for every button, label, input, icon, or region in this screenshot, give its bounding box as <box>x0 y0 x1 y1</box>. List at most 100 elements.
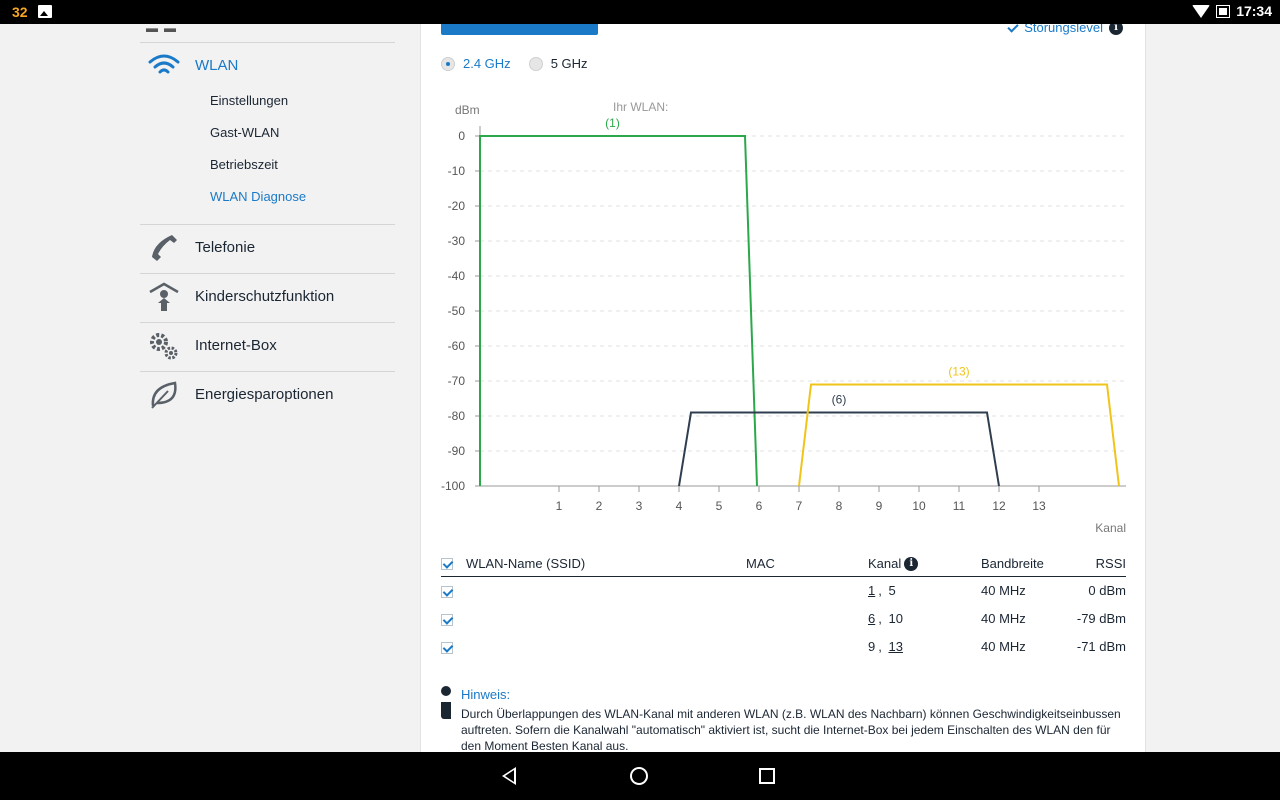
battery-icon <box>1216 4 1231 18</box>
row-bandwidth: 40 MHz <box>981 611 1026 626</box>
column-header-ssid: WLAN-Name (SSID) <box>466 556 586 571</box>
y-tick-label: -40 <box>448 269 466 283</box>
x-tick-label: 13 <box>1032 499 1046 513</box>
column-header-mac: MAC <box>746 556 775 571</box>
sidebar-item-telefonie[interactable]: Telefonie <box>140 224 395 272</box>
secondary-channel: 5 <box>888 583 896 598</box>
main-panel: Störungslevel i 2.4 GHz 5 GHz 0 -10 -20 -30… <box>420 24 1146 752</box>
notification-count: 32 <box>12 4 28 20</box>
y-tick-label: -50 <box>448 304 466 318</box>
sidebar-subitem-wlan-diagnose[interactable]: WLAN Diagnose <box>210 189 306 204</box>
series-label: (13) <box>948 365 969 379</box>
y-tick-label: -60 <box>448 339 466 353</box>
row-channel: 6, 10 <box>868 611 903 626</box>
sidebar-item-internet-box[interactable]: Internet-Box <box>140 322 395 370</box>
wifi-signal-icon <box>1192 4 1211 18</box>
primary-channel: 13 <box>888 639 903 654</box>
home-button[interactable] <box>630 767 648 785</box>
radio-button[interactable] <box>441 56 455 71</box>
x-tick-label: 11 <box>953 499 966 513</box>
back-button[interactable] <box>502 767 516 785</box>
y-axis-label: dBm <box>455 103 480 117</box>
sidebar-item-wlan[interactable]: WLAN <box>140 42 395 90</box>
column-header-bandwidth: Bandbreite <box>981 556 1044 571</box>
x-tick-label: 12 <box>992 499 1006 513</box>
interference-checkbox[interactable] <box>1007 24 1018 33</box>
y-tick-label: -80 <box>448 409 466 423</box>
y-tick-label: -30 <box>448 234 466 248</box>
primary-channel: 1 <box>868 583 876 598</box>
row-channel: 1, 5 <box>868 583 896 598</box>
x-tick-label: 4 <box>676 499 683 513</box>
image-notification-icon <box>38 5 52 18</box>
phone-icon <box>152 235 177 261</box>
radio-5ghz[interactable]: 5 GHz <box>528 56 588 71</box>
y-tick-label: -70 <box>448 374 466 388</box>
sidebar-item-label: Kinderschutzfunktion <box>195 288 335 305</box>
x-axis-label: Kanal <box>1095 521 1126 535</box>
row-bandwidth: 40 MHz <box>981 583 1026 598</box>
sidebar-item-label: WLAN <box>195 57 239 74</box>
x-tick-label: 3 <box>636 499 643 513</box>
series-line <box>798 383 1120 487</box>
secondary-channel: 10 <box>888 611 903 626</box>
x-tick-label: 10 <box>912 499 926 513</box>
table-row: 9, 13 40 MHz -71 dBm <box>441 633 1126 661</box>
y-tick-label: -90 <box>448 444 466 458</box>
row-rssi: -71 dBm <box>1076 639 1126 654</box>
x-tick-label: 1 <box>556 499 563 513</box>
row-checkbox[interactable] <box>441 642 453 657</box>
channel-chart: 0-10-20-30-40-50-60-70-80-90-1001 2 3 4 5 6 7 8… <box>441 100 1126 535</box>
navigation-bar <box>0 752 1280 800</box>
hint-text: Durch Überlappungen des WLAN-Kanal mit a… <box>461 707 1121 752</box>
interference-toggle[interactable]: Störungslevel i <box>1007 24 1123 35</box>
row-rssi: -79 dBm <box>1076 611 1126 626</box>
row-channel: 9, 13 <box>868 639 903 654</box>
select-all-checkbox[interactable] <box>441 558 453 573</box>
band-selector: 2.4 GHz 5 GHz <box>441 56 588 71</box>
interference-label: Störungslevel <box>1024 24 1103 35</box>
sidebar-item-label: Telefonie <box>195 239 256 256</box>
x-tick-label: 7 <box>796 499 803 513</box>
wifi-icon <box>148 54 180 74</box>
status-bar: 32 17:34 <box>0 0 1280 24</box>
child-protection-icon <box>149 282 179 311</box>
row-checkbox[interactable] <box>441 586 453 601</box>
x-tick-label: 6 <box>756 499 763 513</box>
sidebar-subitem-einstellungen[interactable]: Einstellungen <box>210 93 288 108</box>
radio-button[interactable] <box>528 56 543 71</box>
sidebar-item-kinderschutzfunktion[interactable]: Kinderschutzfunktion <box>140 273 395 321</box>
row-rssi: 0 dBm <box>1088 583 1126 598</box>
gears-icon <box>150 333 178 360</box>
column-header-kanal-label: Kanal <box>868 556 902 571</box>
leaf-icon <box>151 381 177 409</box>
sidebar-item-label: Internet-Box <box>195 337 277 354</box>
recent-apps-button[interactable] <box>759 768 775 784</box>
x-tick-label: 5 <box>716 499 723 513</box>
menu-partial-icons: ▬▬ <box>146 21 182 35</box>
info-icon[interactable]: i <box>904 556 919 571</box>
action-button[interactable] <box>441 24 598 35</box>
y-tick-label: 0 <box>458 129 465 143</box>
secondary-channel: 9 <box>868 639 876 654</box>
table-row: 6, 10 40 MHz -79 dBm <box>441 605 1126 633</box>
info-icon[interactable]: i <box>1109 24 1123 35</box>
row-bandwidth: 40 MHz <box>981 639 1026 654</box>
primary-channel: 6 <box>868 611 876 626</box>
x-tick-label: 9 <box>876 499 883 513</box>
row-checkbox[interactable] <box>441 614 453 629</box>
radio-2-4ghz[interactable]: 2.4 GHz <box>441 56 511 71</box>
hint-title: Hinweis: <box>461 687 511 702</box>
clock: 17:34 <box>1236 3 1272 19</box>
sidebar-subitem-gast-wlan[interactable]: Gast-WLAN <box>210 125 279 140</box>
series-label: (1) <box>605 116 620 130</box>
column-header-rssi: RSSI <box>1095 556 1126 571</box>
sidebar-item-energiesparoptionen[interactable]: Energiesparoptionen <box>140 371 395 419</box>
table-row: 1, 5 40 MHz 0 dBm <box>441 577 1126 605</box>
sidebar-item-label: Energiesparoptionen <box>195 386 334 403</box>
radio-label: 2.4 GHz <box>463 56 511 71</box>
y-tick-label: -10 <box>448 164 466 178</box>
x-tick-label: 8 <box>836 499 843 513</box>
sidebar-subitem-betriebszeit[interactable]: Betriebszeit <box>210 157 278 172</box>
y-tick-label: -20 <box>448 199 466 213</box>
